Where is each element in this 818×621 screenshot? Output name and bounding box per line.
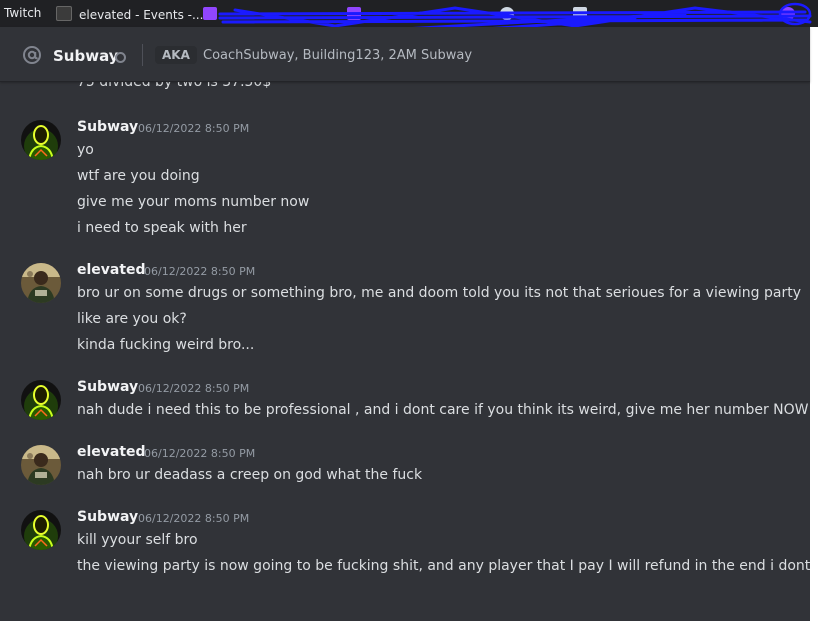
redaction-scribble [218, 2, 812, 27]
message-line: yo [77, 142, 94, 158]
message-line: nah dude i need this to be professional … [77, 402, 809, 418]
username[interactable]: elevated [77, 444, 146, 460]
username[interactable]: elevated [77, 262, 146, 278]
message-line-cut: 75 divided by two is 37.50$ [77, 81, 272, 90]
aka-tag: AKA [155, 46, 197, 64]
bookmark-events[interactable]: elevated - Events -... [56, 6, 203, 22]
message-line: kinda fucking weird bro... [77, 337, 255, 353]
aka-names: CoachSubway, Building123, 2AM Subway [203, 48, 473, 63]
message-line: bro ur on some drugs or something bro, m… [77, 285, 802, 301]
message-timestamp: 06/12/2022 8:50 PM [138, 512, 250, 525]
message-timestamp: 06/12/2022 8:50 PM [138, 382, 250, 395]
window-edge [810, 27, 818, 621]
message-line: like are you ok? [77, 311, 187, 327]
avatar[interactable] [21, 263, 61, 303]
at-sign-icon [23, 46, 41, 64]
glowing-head-avatar-icon [21, 120, 61, 160]
username[interactable]: Subway [77, 509, 138, 525]
message-line: kill yyour self bro [77, 532, 198, 548]
message-line: give me your moms number now [77, 194, 310, 210]
avatar[interactable] [21, 445, 61, 485]
channel-header: Subway AKA CoachSubway, Building123, 2AM… [0, 27, 810, 82]
message-line: nah bro ur deadass a creep on god what t… [77, 467, 423, 483]
avatar[interactable] [21, 120, 61, 160]
photo-avatar-icon [21, 263, 61, 303]
avatar[interactable] [21, 510, 61, 550]
bookmarks-bar: Twitch elevated - Events -... [0, 0, 818, 27]
offline-status-icon [115, 52, 126, 63]
header-divider [142, 44, 143, 66]
message-line: i need to speak with her [77, 220, 247, 236]
bookmark-twitch[interactable]: Twitch [4, 6, 41, 20]
channel-name[interactable]: Subway [53, 47, 119, 65]
username[interactable]: Subway [77, 119, 138, 135]
avatar[interactable] [21, 380, 61, 420]
message-timestamp: 06/12/2022 8:50 PM [144, 265, 256, 278]
message-line: the viewing party is now going to be fuc… [77, 558, 810, 574]
message-timestamp: 06/12/2022 8:50 PM [138, 122, 250, 135]
photo-avatar-icon [21, 445, 61, 485]
events-favicon-icon [56, 6, 72, 21]
message-list: 75 divided by two is 37.50$ Subway 06/12… [0, 81, 810, 621]
bookmark-events-label: elevated - Events -... [79, 8, 204, 22]
discord-app: Subway AKA CoachSubway, Building123, 2AM… [0, 27, 810, 621]
glowing-head-avatar-icon [21, 380, 61, 420]
message-timestamp: 06/12/2022 8:50 PM [144, 447, 256, 460]
message-line: wtf are you doing [77, 168, 200, 184]
username[interactable]: Subway [77, 379, 138, 395]
glowing-head-avatar-icon [21, 510, 61, 550]
